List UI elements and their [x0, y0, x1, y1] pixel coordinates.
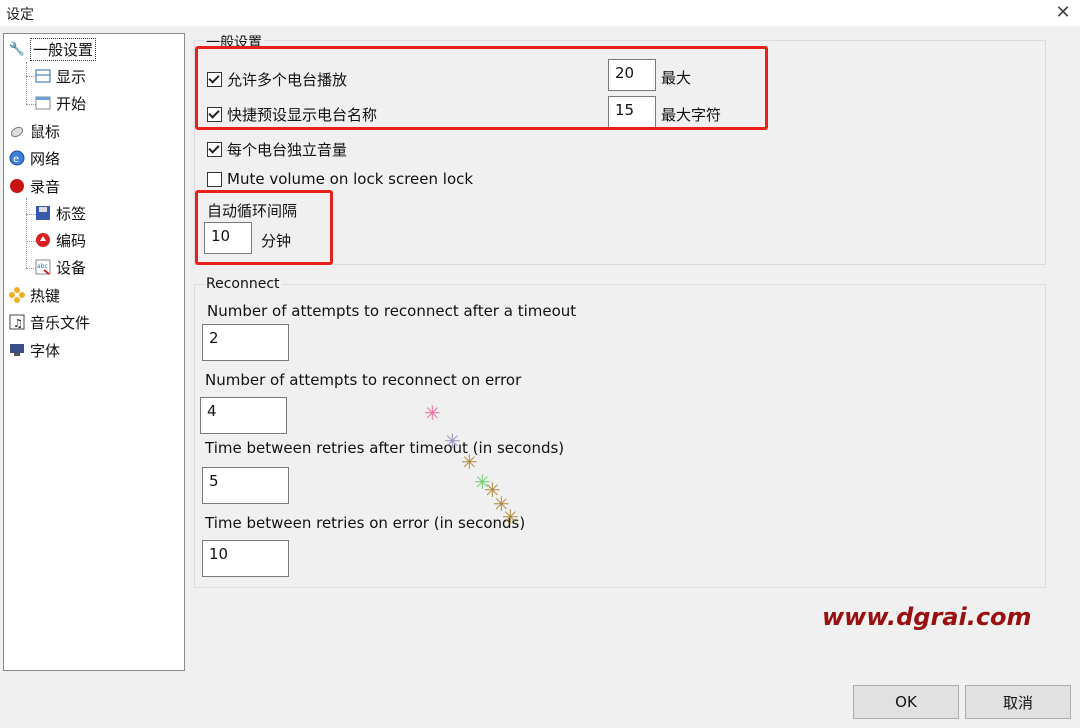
tree-item-device[interactable]: abc 设备	[34, 255, 86, 279]
tree-item-general[interactable]: 🔧 一般设置	[8, 37, 97, 61]
close-icon[interactable]: ✕	[1052, 2, 1074, 24]
tree-item-record[interactable]: 录音	[8, 174, 60, 198]
sparkle-icon: ✳	[424, 401, 441, 425]
device-icon: abc	[34, 258, 52, 276]
attempts-timeout-input[interactable]: 2	[202, 324, 289, 361]
reconnect-group	[194, 284, 1046, 588]
tree-item-label: 编码	[56, 231, 87, 250]
svg-text:e: e	[13, 154, 19, 165]
start-icon	[34, 94, 52, 112]
tree-item-label: 一般设置	[30, 37, 97, 61]
checkbox-box[interactable]	[207, 142, 222, 157]
mouse-icon	[8, 122, 26, 140]
tree-item-font[interactable]: 字体	[8, 338, 60, 362]
music-file-icon: ♫	[8, 313, 26, 331]
tree-connector	[26, 198, 27, 268]
reconnect-title: Reconnect	[204, 276, 282, 292]
checkbox-box[interactable]	[207, 171, 222, 187]
tree-item-label: 设备	[56, 258, 87, 277]
tree-item-label: 音乐文件	[30, 313, 91, 332]
tree-item-label: 鼠标	[30, 122, 61, 141]
time-error-input[interactable]: 10	[202, 540, 289, 577]
mute-lock-label: Mute volume on lock screen lock	[227, 170, 474, 188]
sparkle-icon: ✳	[502, 505, 519, 529]
encode-icon	[34, 231, 52, 249]
attempts-error-label: Number of attempts to reconnect on error	[205, 371, 522, 389]
tree-item-label: 热键	[30, 286, 61, 305]
tree-item-label: 开始	[56, 94, 87, 113]
svg-text:♫: ♫	[13, 317, 23, 330]
tag-icon	[34, 204, 52, 222]
wrench-icon: 🔧	[8, 41, 26, 57]
tree-item-label: 标签	[56, 204, 87, 223]
display-icon	[34, 67, 52, 85]
tree-item-label: 网络	[30, 149, 61, 168]
tree-item-hotkey[interactable]: 热键	[8, 283, 60, 307]
time-timeout-label: Time between retries after timeout (in s…	[205, 439, 565, 457]
attempts-error-input[interactable]: 4	[200, 397, 287, 434]
window-title: 设定	[6, 7, 34, 23]
highlight-box	[195, 46, 768, 130]
highlight-box	[195, 190, 333, 265]
tree-item-music-file[interactable]: ♫ 音乐文件	[8, 310, 90, 334]
settings-tree[interactable]: 🔧 一般设置 显示 开始 鼠标 e 网络 录音 标签 编码 abc 设备 热键 …	[3, 33, 185, 671]
tree-item-label: 录音	[30, 177, 61, 196]
record-icon	[8, 177, 26, 195]
svg-text:abc: abc	[37, 263, 48, 270]
tree-item-mouse[interactable]: 鼠标	[8, 119, 60, 143]
ok-button[interactable]: OK	[853, 685, 959, 719]
time-error-label: Time between retries on error (in second…	[205, 514, 526, 532]
title-bar: 设定 ✕	[0, 0, 1080, 26]
tree-item-tag[interactable]: 标签	[34, 201, 86, 225]
tree-item-encode[interactable]: 编码	[34, 228, 86, 252]
cancel-button[interactable]: 取消	[965, 685, 1071, 719]
tree-item-label: 字体	[30, 341, 61, 360]
attempts-timeout-label: Number of attempts to reconnect after a …	[207, 302, 577, 320]
tree-connector	[26, 62, 27, 104]
time-timeout-input[interactable]: 5	[202, 467, 289, 504]
tree-item-start[interactable]: 开始	[34, 91, 86, 115]
hotkey-icon	[8, 286, 26, 304]
independent-volume-checkbox[interactable]: 每个电台独立音量	[207, 139, 347, 160]
mute-lock-checkbox[interactable]: Mute volume on lock screen lock	[207, 170, 473, 188]
tree-item-label: 显示	[56, 67, 87, 86]
tree-item-display[interactable]: 显示	[34, 64, 86, 88]
independent-volume-label: 每个电台独立音量	[227, 141, 348, 159]
watermark: www.dgrai.com	[822, 603, 1032, 631]
network-icon: e	[8, 149, 26, 167]
tree-item-network[interactable]: e 网络	[8, 146, 60, 170]
font-icon	[8, 341, 26, 359]
sparkle-icon: ✳	[444, 429, 461, 453]
